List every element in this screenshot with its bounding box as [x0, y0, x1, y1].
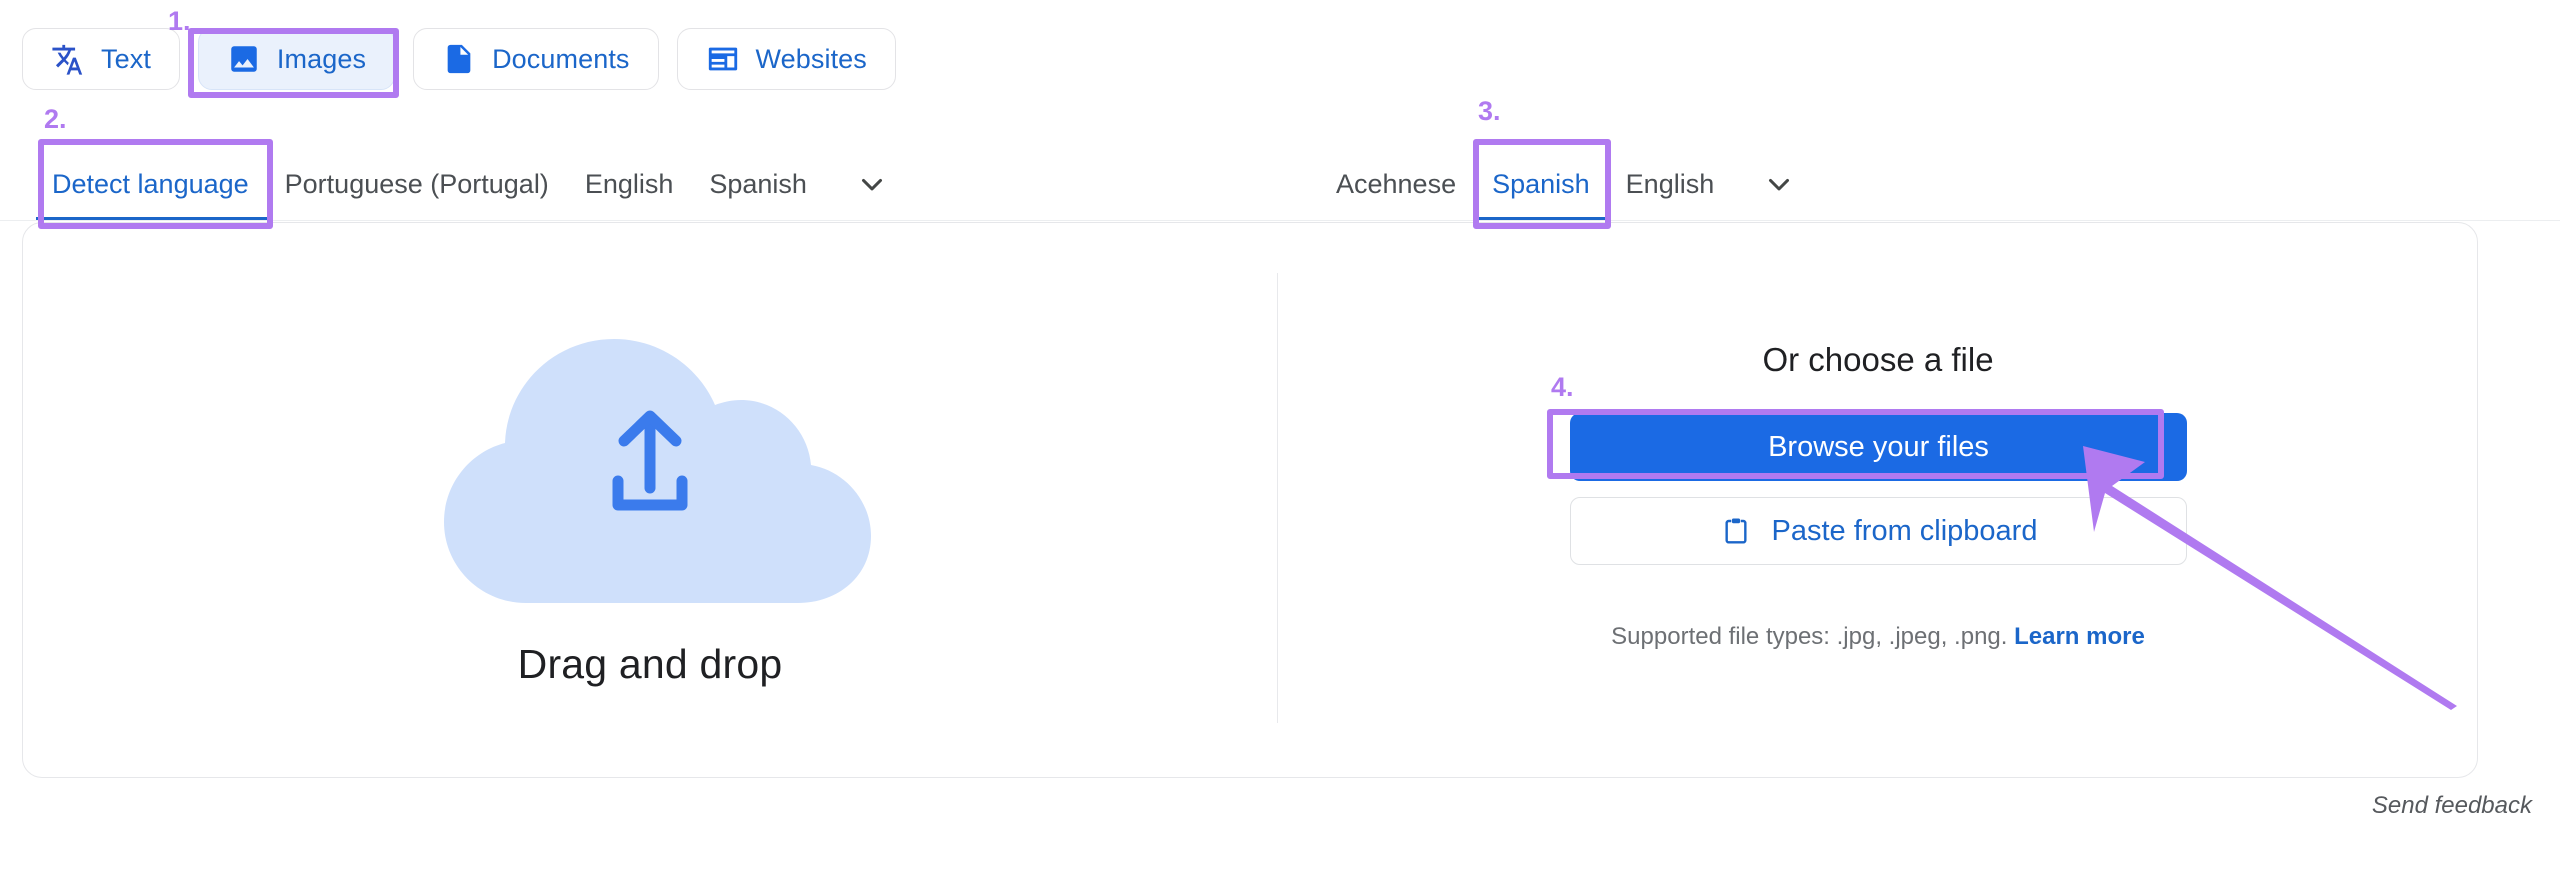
browse-your-files-button[interactable]: Browse your files — [1570, 413, 2187, 481]
tab-text-label: Text — [101, 43, 151, 74]
paste-from-clipboard-label: Paste from clipboard — [1771, 514, 2038, 547]
dropzone[interactable]: Drag and drop — [23, 223, 1277, 777]
document-icon — [442, 42, 476, 76]
choose-file-title: Or choose a file — [1762, 341, 1994, 378]
target-language-group: Acehnese Spanish English — [1318, 148, 1820, 220]
source-lang-detect-language[interactable]: Detect language — [34, 148, 267, 220]
target-language-chevron-down-icon[interactable] — [1732, 167, 1820, 201]
image-icon — [227, 42, 261, 76]
tab-text[interactable]: Text — [22, 28, 180, 90]
target-lang-spanish[interactable]: Spanish — [1474, 148, 1608, 220]
supported-file-types-text: Supported file types: .jpg, .jpeg, .png. — [1611, 623, 2008, 650]
source-lang-spanish[interactable]: Spanish — [691, 148, 825, 220]
target-lang-english[interactable]: English — [1608, 148, 1733, 220]
tab-images-label: Images — [276, 43, 367, 74]
tab-images[interactable]: Images — [197, 28, 396, 90]
tab-websites-label: Websites — [755, 43, 867, 74]
tab-documents[interactable]: Documents — [413, 28, 659, 90]
language-bar-divider — [0, 220, 2560, 221]
annotation-step-3-number: 3. — [1478, 96, 1501, 126]
upload-card: Drag and drop Or choose a file Browse yo… — [22, 222, 2478, 778]
content-type-tabs: Text Images Documents Websites — [22, 28, 896, 90]
clipboard-icon — [1720, 515, 1752, 547]
language-selector-bar: Detect language Portuguese (Portugal) En… — [0, 148, 2560, 346]
source-lang-english[interactable]: English — [567, 148, 692, 220]
target-lang-acehnese[interactable]: Acehnese — [1318, 148, 1474, 220]
tab-documents-label: Documents — [492, 43, 630, 74]
translate-icon — [51, 42, 85, 76]
send-feedback-link[interactable]: Send feedback — [2372, 792, 2532, 820]
cloud-upload-icon — [376, 313, 924, 613]
paste-from-clipboard-button[interactable]: Paste from clipboard — [1570, 497, 2187, 565]
source-language-chevron-down-icon[interactable] — [825, 167, 913, 201]
source-lang-portuguese-portugal[interactable]: Portuguese (Portugal) — [267, 148, 567, 220]
tab-websites[interactable]: Websites — [676, 28, 896, 90]
choose-file-panel: Or choose a file Browse your files Paste… — [1277, 223, 2479, 777]
website-icon — [706, 42, 740, 76]
annotation-step-2-number: 2. — [44, 104, 67, 134]
source-language-group: Detect language Portuguese (Portugal) En… — [34, 148, 913, 220]
dropzone-label: Drag and drop — [517, 640, 783, 687]
learn-more-link[interactable]: Learn more — [2014, 623, 2145, 650]
supported-file-types: Supported file types: .jpg, .jpeg, .png.… — [1277, 623, 2479, 651]
